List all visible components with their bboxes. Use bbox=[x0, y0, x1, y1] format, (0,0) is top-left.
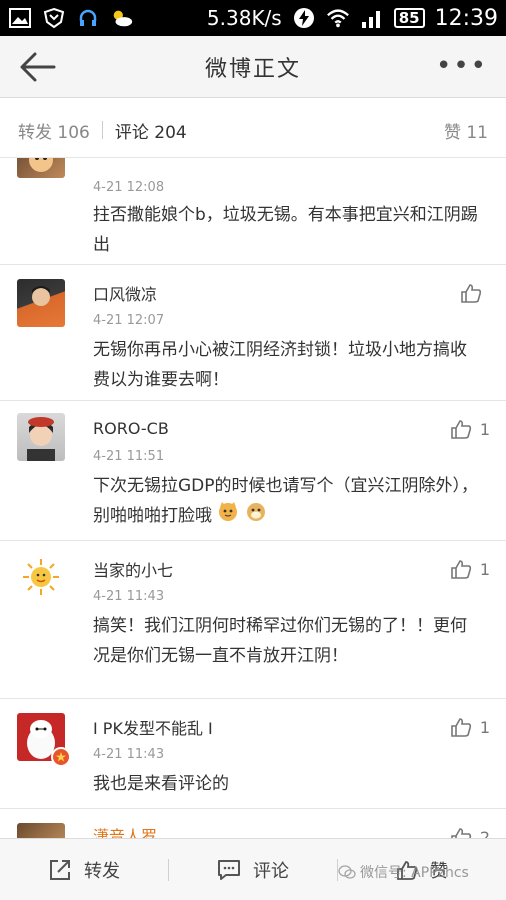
headset-icon bbox=[76, 7, 100, 29]
thumbs-up-icon bbox=[461, 284, 482, 303]
tab-reposts[interactable]: 转发 106 bbox=[18, 118, 90, 143]
comment-author[interactable]: 潇音人罗 bbox=[93, 823, 157, 838]
like-count: 1 bbox=[479, 717, 490, 737]
comment-item: I PK发型不能乱 I 4-21 11:43 我也是来看评论的 1 bbox=[0, 699, 506, 809]
repost-icon bbox=[50, 859, 70, 880]
like-button[interactable]: 1 bbox=[450, 559, 490, 579]
tab-bar: 转发 106 评论 204 赞 11 bbox=[0, 110, 506, 150]
like-button[interactable]: 1 bbox=[450, 419, 490, 439]
tab-divider bbox=[101, 121, 103, 139]
thumbs-up-icon bbox=[451, 420, 471, 439]
verified-badge-icon bbox=[51, 747, 71, 767]
watermark: 微信号: APPzhcs bbox=[338, 862, 469, 882]
like-count: 1 bbox=[479, 559, 490, 579]
shield-icon bbox=[42, 7, 66, 29]
tab-likes[interactable]: 赞 11 bbox=[444, 118, 488, 143]
back-arrow-icon[interactable] bbox=[18, 50, 58, 84]
more-options-icon[interactable]: ••• bbox=[436, 53, 488, 79]
comment-author[interactable]: 当家的小七 bbox=[93, 557, 173, 581]
comment-author[interactable]: I PK发型不能乱 I bbox=[93, 715, 213, 739]
thumbs-up-icon bbox=[451, 828, 471, 838]
comment-time: 4-21 11:51 bbox=[93, 449, 165, 464]
navigation-bar: 微博正文 ••• bbox=[0, 36, 506, 98]
comment-list[interactable]: 4-21 12:08 拄否撒能娘个b，垃圾无锡。有本事把宜兴和江阴踢出 1 口风… bbox=[0, 158, 506, 838]
gallery-icon bbox=[8, 7, 32, 29]
cat-emoji-icon bbox=[217, 501, 239, 531]
weather-icon bbox=[110, 7, 134, 29]
like-button[interactable]: 1 bbox=[450, 717, 490, 737]
comment-text: 搞笑！我们江阴何时稀罕过你们无锡的了！！更何况是你们无锡一直不肯放开江阴！ bbox=[93, 616, 467, 666]
repost-button[interactable]: 转发 bbox=[0, 839, 168, 900]
avatar[interactable] bbox=[17, 823, 65, 838]
comment-item: RORO-CB 4-21 11:51 下次无锡拉GDP的时候也请写个（宜兴江阴除… bbox=[0, 401, 506, 541]
comment-text: 我也是来看评论的 bbox=[93, 774, 229, 794]
avatar[interactable] bbox=[17, 413, 65, 461]
comment-time: 4-21 11:43 bbox=[93, 589, 165, 604]
comment-author[interactable]: RORO-CB bbox=[93, 419, 169, 438]
comment-time: 4-21 11:43 bbox=[93, 747, 165, 762]
comment-button[interactable]: 评论 bbox=[169, 839, 337, 900]
lightning-icon bbox=[292, 7, 316, 29]
avatar[interactable] bbox=[17, 279, 65, 327]
dog-emoji-icon bbox=[245, 501, 267, 531]
battery-level: 85 bbox=[393, 8, 425, 28]
comment-text: 拄否撒能娘个b，垃圾无锡。有本事把宜兴和江阴踢出 bbox=[93, 205, 478, 255]
wifi-icon bbox=[326, 7, 350, 29]
thumbs-up-icon bbox=[451, 718, 471, 737]
comment-item: 口风微凉 4-21 12:07 无锡你再吊小心被江阴经济封锁！垃圾小地方搞收费以… bbox=[0, 265, 506, 401]
comment-label: 评论 bbox=[253, 860, 289, 882]
comment-text: 无锡你再吊小心被江阴经济封锁！垃圾小地方搞收费以为谁要去啊！ bbox=[93, 340, 467, 390]
network-speed: 5.38K/s bbox=[206, 6, 282, 30]
comment-item: 4-21 12:08 拄否撒能娘个b，垃圾无锡。有本事把宜兴和江阴踢出 1 bbox=[0, 158, 506, 265]
watermark-text: 微信号: APPzhcs bbox=[360, 865, 469, 881]
like-count: 2 bbox=[479, 827, 490, 839]
avatar[interactable] bbox=[17, 158, 65, 178]
like-button[interactable] bbox=[460, 283, 490, 303]
comment-text-body: 下次无锡拉GDP的时候也请写个（宜兴江阴除外），别啪啪啪打脸哦 bbox=[93, 476, 479, 526]
repost-label: 转发 bbox=[84, 860, 120, 882]
avatar[interactable] bbox=[17, 713, 71, 767]
status-bar: 5.38K/s 85 12:39 bbox=[0, 0, 506, 36]
page-title: 微博正文 bbox=[204, 56, 301, 82]
comment-text: 下次无锡拉GDP的时候也请写个（宜兴江阴除外），别啪啪啪打脸哦 bbox=[93, 471, 483, 531]
like-button[interactable]: 2 bbox=[450, 827, 490, 838]
signal-icon bbox=[360, 7, 384, 29]
comment-item: 当家的小七 4-21 11:43 搞笑！我们江阴何时稀罕过你们无锡的了！！更何况… bbox=[0, 541, 506, 699]
tab-comments[interactable]: 评论 204 bbox=[115, 118, 187, 143]
wechat-icon bbox=[338, 865, 356, 879]
comment-author[interactable]: 口风微凉 bbox=[93, 281, 157, 305]
thumbs-up-icon bbox=[451, 560, 471, 579]
clock: 12:39 bbox=[434, 5, 498, 31]
avatar[interactable] bbox=[17, 553, 65, 601]
comment-time: 4-21 12:08 bbox=[93, 180, 165, 195]
comment-item: 潇音人罗 2 bbox=[0, 809, 506, 838]
comment-icon bbox=[218, 859, 240, 880]
like-count: 1 bbox=[479, 419, 490, 439]
comment-time: 4-21 12:07 bbox=[93, 313, 165, 328]
